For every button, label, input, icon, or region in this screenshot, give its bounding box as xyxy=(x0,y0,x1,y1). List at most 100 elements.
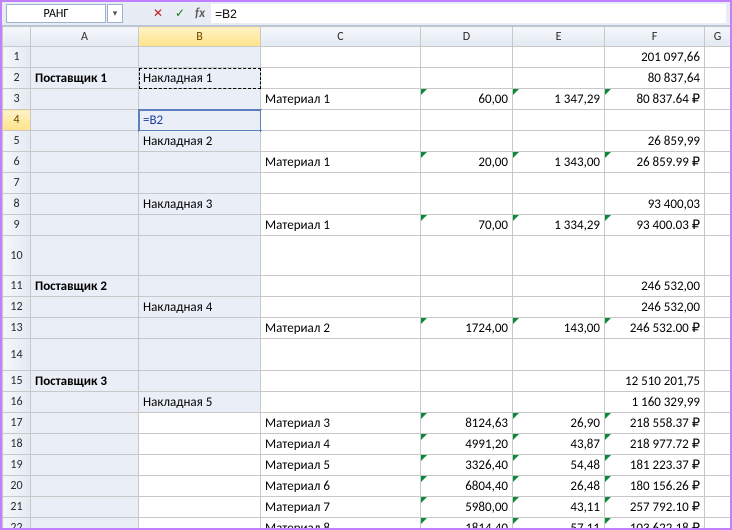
cell-A13[interactable] xyxy=(31,318,139,339)
cell-B11[interactable] xyxy=(139,276,261,297)
cell-E9[interactable]: 1 334,29 xyxy=(513,215,605,236)
row-header-5[interactable]: 5 xyxy=(3,131,31,152)
row-header-14[interactable]: 14 xyxy=(3,339,31,371)
row-header-2[interactable]: 2 xyxy=(3,68,31,89)
cell-C18[interactable]: Материал 4 xyxy=(261,434,421,455)
cell-A9[interactable] xyxy=(31,215,139,236)
cell-D21[interactable]: 5980,00 xyxy=(421,497,513,518)
row-header-13[interactable]: 13 xyxy=(3,318,31,339)
cell-F21[interactable]: 257 792.10 ₽ xyxy=(605,497,705,518)
cell-F15[interactable]: 12 510 201,75 xyxy=(605,371,705,392)
row-header-6[interactable]: 6 xyxy=(3,152,31,173)
cell-D6[interactable]: 20,00 xyxy=(421,152,513,173)
cell-G11[interactable] xyxy=(705,276,731,297)
cell-E18[interactable]: 43,87 xyxy=(513,434,605,455)
cell-A17[interactable] xyxy=(31,413,139,434)
cell-E4[interactable] xyxy=(513,110,605,131)
row-header-1[interactable]: 1 xyxy=(3,47,31,68)
cell-E19[interactable]: 54,48 xyxy=(513,455,605,476)
cell-E14[interactable] xyxy=(513,339,605,371)
row-header-15[interactable]: 15 xyxy=(3,371,31,392)
cell-A12[interactable] xyxy=(31,297,139,318)
cell-F19[interactable]: 181 223.37 ₽ xyxy=(605,455,705,476)
cell-B15[interactable] xyxy=(139,371,261,392)
cell-D14[interactable] xyxy=(421,339,513,371)
row-header-18[interactable]: 18 xyxy=(3,434,31,455)
cell-C16[interactable] xyxy=(261,392,421,413)
cell-C12[interactable] xyxy=(261,297,421,318)
cell-E20[interactable]: 26,48 xyxy=(513,476,605,497)
cell-D12[interactable] xyxy=(421,297,513,318)
cell-F7[interactable] xyxy=(605,173,705,194)
cell-E6[interactable]: 1 343,00 xyxy=(513,152,605,173)
cell-G12[interactable] xyxy=(705,297,731,318)
cell-D17[interactable]: 8124,63 xyxy=(421,413,513,434)
cell-B6[interactable] xyxy=(139,152,261,173)
cell-E15[interactable] xyxy=(513,371,605,392)
cell-A1[interactable] xyxy=(31,47,139,68)
row-header-16[interactable]: 16 xyxy=(3,392,31,413)
cell-G9[interactable] xyxy=(705,215,731,236)
cell-D5[interactable] xyxy=(421,131,513,152)
cell-C1[interactable] xyxy=(261,47,421,68)
cell-E11[interactable] xyxy=(513,276,605,297)
cell-A2[interactable]: Поставщик 1 xyxy=(31,68,139,89)
cell-D8[interactable] xyxy=(421,194,513,215)
cell-A22[interactable] xyxy=(31,518,139,529)
cell-F5[interactable]: 26 859,99 xyxy=(605,131,705,152)
cancel-button[interactable]: ✕ xyxy=(149,5,167,23)
cell-B17[interactable] xyxy=(139,413,261,434)
cell-B16[interactable]: Накладная 5 xyxy=(139,392,261,413)
cell-G10[interactable] xyxy=(705,236,731,276)
cell-A11[interactable]: Поставщик 2 xyxy=(31,276,139,297)
cell-G13[interactable] xyxy=(705,318,731,339)
cell-B22[interactable] xyxy=(139,518,261,529)
cell-C11[interactable] xyxy=(261,276,421,297)
fx-label[interactable]: fx xyxy=(193,6,207,21)
cell-B3[interactable] xyxy=(139,89,261,110)
cell-C8[interactable] xyxy=(261,194,421,215)
cell-D1[interactable] xyxy=(421,47,513,68)
cell-E22[interactable]: 57,11 xyxy=(513,518,605,529)
cell-F18[interactable]: 218 977.72 ₽ xyxy=(605,434,705,455)
cell-A6[interactable] xyxy=(31,152,139,173)
cell-B12[interactable]: Накладная 4 xyxy=(139,297,261,318)
cell-F16[interactable]: 1 160 329,99 xyxy=(605,392,705,413)
cell-A7[interactable] xyxy=(31,173,139,194)
cell-F2[interactable]: 80 837,64 xyxy=(605,68,705,89)
row-header-4[interactable]: 4 xyxy=(3,110,31,131)
cell-G16[interactable] xyxy=(705,392,731,413)
cell-C17[interactable]: Материал 3 xyxy=(261,413,421,434)
cell-C10[interactable] xyxy=(261,236,421,276)
cell-F11[interactable]: 246 532,00 xyxy=(605,276,705,297)
cell-E17[interactable]: 26,90 xyxy=(513,413,605,434)
select-all-corner[interactable] xyxy=(3,27,31,47)
cell-E8[interactable] xyxy=(513,194,605,215)
row-header-10[interactable]: 10 xyxy=(3,236,31,276)
cell-A4[interactable] xyxy=(31,110,139,131)
cell-G20[interactable] xyxy=(705,476,731,497)
cell-G14[interactable] xyxy=(705,339,731,371)
cell-G8[interactable] xyxy=(705,194,731,215)
cell-F20[interactable]: 180 156.26 ₽ xyxy=(605,476,705,497)
cell-D11[interactable] xyxy=(421,276,513,297)
cell-G6[interactable] xyxy=(705,152,731,173)
row-header-21[interactable]: 21 xyxy=(3,497,31,518)
row-header-20[interactable]: 20 xyxy=(3,476,31,497)
cell-D9[interactable]: 70,00 xyxy=(421,215,513,236)
row-header-3[interactable]: 3 xyxy=(3,89,31,110)
cell-C6[interactable]: Материал 1 xyxy=(261,152,421,173)
cell-B10[interactable] xyxy=(139,236,261,276)
cell-C14[interactable] xyxy=(261,339,421,371)
name-box-dropdown[interactable]: ▾ xyxy=(107,4,123,23)
cell-D4[interactable] xyxy=(421,110,513,131)
row-header-11[interactable]: 11 xyxy=(3,276,31,297)
row-header-17[interactable]: 17 xyxy=(3,413,31,434)
col-header-D[interactable]: D xyxy=(421,27,513,47)
cell-C13[interactable]: Материал 2 xyxy=(261,318,421,339)
col-header-F[interactable]: F xyxy=(605,27,705,47)
cell-B19[interactable] xyxy=(139,455,261,476)
cell-A16[interactable] xyxy=(31,392,139,413)
cell-E16[interactable] xyxy=(513,392,605,413)
cell-G5[interactable] xyxy=(705,131,731,152)
